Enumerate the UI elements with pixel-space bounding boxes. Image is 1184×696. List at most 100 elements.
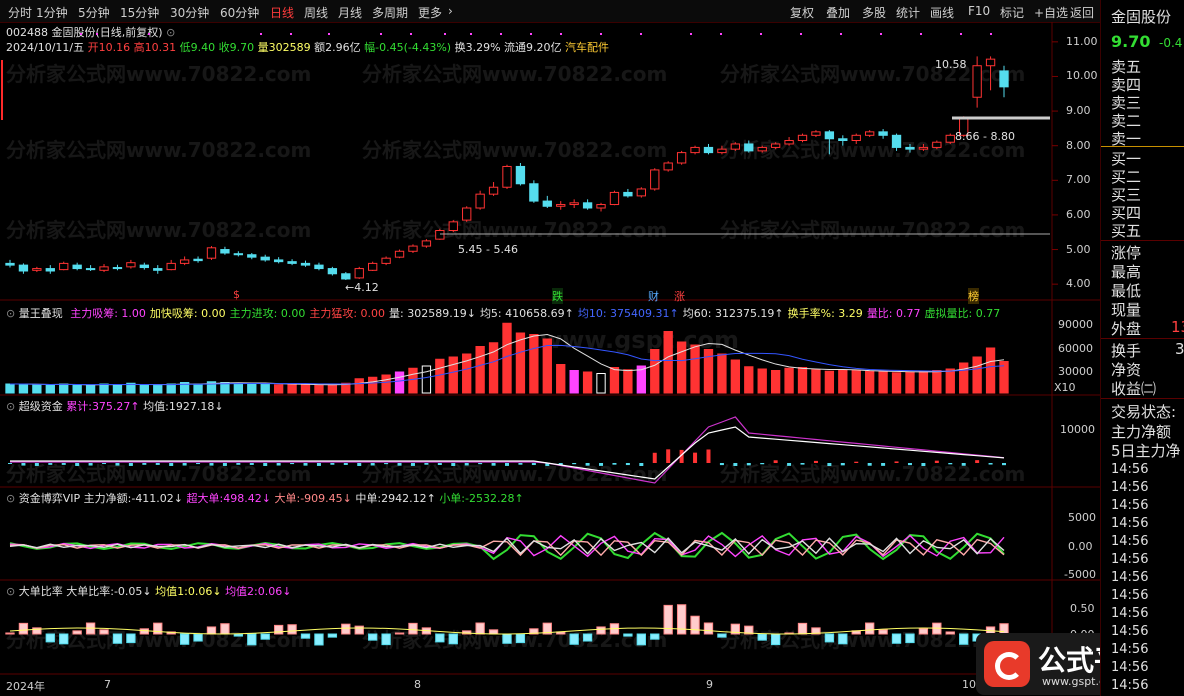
fund-bar (962, 463, 966, 466)
tick-time: 14:56 (1111, 498, 1148, 513)
volume-bar (986, 348, 994, 393)
fund-bar (492, 463, 496, 466)
vol-indicator-item: 换手率%: 3.29 (788, 307, 863, 320)
candle-body (342, 274, 350, 279)
tick-time: 14:56 (1111, 678, 1148, 693)
ratio-panel-header: ⊙ 大单比率 大单比率:-0.05↓ 均值1:0.06↓ 均值2:0.06↓ (6, 583, 292, 599)
event-mark-bang[interactable]: 榜 (968, 288, 979, 304)
fund-panel-header: ⊙ 超级资金 累计:375.27↑ 均值:1927.18↓ (6, 398, 224, 414)
fund-bar (666, 449, 670, 463)
ratio-bar (6, 633, 14, 634)
fund-bar (586, 463, 590, 466)
game-net-value: -411.02↓ (131, 492, 183, 505)
settings-circle-icon[interactable]: ⊙ (6, 585, 15, 598)
volume-bar (624, 370, 632, 393)
fund-bar (8, 463, 12, 464)
signal-dot (148, 33, 150, 35)
candle-body (234, 254, 242, 255)
vol-indicator-item: 虚拟量比: 0.77 (925, 307, 1001, 320)
event-mark-die[interactable]: 跌 (552, 288, 563, 304)
candle-body (516, 166, 524, 183)
ratio-axis-label: 0.50 (1070, 602, 1095, 615)
settings-circle-icon[interactable]: ⊙ (6, 307, 15, 320)
candle-body (973, 66, 981, 98)
fund-bar (774, 460, 778, 463)
volume-bar (771, 371, 779, 394)
flow-5day-net: 5日主力净 (1111, 440, 1181, 461)
volume-bar (973, 357, 981, 393)
ratio-bar (274, 625, 282, 634)
candle-body (274, 260, 282, 262)
fund-bar (115, 463, 119, 466)
event-mark-zhang[interactable]: 涨 (674, 288, 685, 304)
candle-body (798, 135, 806, 140)
ratio-avg1-label: 均值1: (155, 585, 188, 598)
candle-body (543, 201, 551, 206)
candle-body (610, 192, 618, 204)
fund-bar (760, 463, 764, 464)
settings-circle-icon[interactable]: ⊙ (6, 400, 15, 413)
signal-dot (990, 33, 992, 35)
fund-cum-value: 375.27↑ (92, 400, 140, 413)
ratio-bar (19, 623, 27, 634)
stat-outer-value: 13 (1171, 318, 1184, 336)
trade-status: 交易状态: (1111, 401, 1176, 422)
ratio-bar (624, 634, 632, 636)
ratio-bar (436, 634, 444, 642)
ratio-value: -0.05↓ (114, 585, 152, 598)
candle-body (369, 263, 377, 270)
settings-circle-icon[interactable]: ⊙ (6, 492, 15, 505)
ratio-bar (879, 630, 887, 634)
stat-high: 最高 (1111, 261, 1141, 282)
candle-body (1000, 71, 1008, 87)
candle-body (19, 265, 27, 271)
candle-body (328, 269, 336, 274)
price-axis-label: 4.00 (1066, 277, 1091, 290)
fund-bar (398, 463, 402, 466)
ratio-avg1-value: 0.06↓ (188, 585, 222, 598)
ratio-bar (248, 634, 256, 645)
candle-body (704, 147, 712, 152)
vol-indicator-item: 主力进攻: 0.00 (230, 307, 306, 320)
candle-body (180, 260, 188, 263)
vol-indicator-item: 均10: 375409.31↑ (578, 307, 679, 320)
signal-dot (328, 33, 330, 35)
volume-bar (785, 368, 793, 393)
candle-body (6, 263, 14, 265)
ratio-bar (355, 626, 363, 634)
ratio-bar (449, 634, 457, 644)
signal-dot (380, 33, 382, 35)
candle-body (301, 263, 309, 265)
volume-bar (194, 384, 202, 393)
signal-dot (290, 33, 292, 35)
ratio-bar (691, 616, 699, 634)
candle-body (664, 163, 672, 170)
volume-bar (315, 385, 323, 393)
candle-body (489, 187, 497, 194)
fund-bar (236, 463, 240, 465)
event-mark-cai[interactable]: 财 (648, 288, 659, 304)
candle-body (986, 59, 994, 66)
ratio-bar (395, 633, 403, 634)
ratio-bar (583, 634, 591, 641)
fund-avg-line (10, 427, 1004, 479)
range-label-2: 5.45 - 5.46 (458, 243, 518, 256)
candle-body (409, 246, 417, 251)
volume-bar (301, 385, 309, 393)
low-marker-label: ←4.12 (345, 281, 379, 294)
volume-bar (543, 339, 551, 393)
volume-bar (731, 360, 739, 393)
ratio-bar (798, 623, 806, 634)
volume-bar (597, 374, 605, 394)
event-mark-dollar[interactable]: $ (233, 288, 240, 301)
flow-main-net: 主力净额 (1111, 421, 1171, 442)
fund-bar (465, 463, 469, 465)
volume-bar (395, 372, 403, 393)
ratio-bar (758, 634, 766, 640)
ratio-bar (906, 634, 914, 643)
game-small-value: -2532.28↑ (465, 492, 524, 505)
volume-bar (530, 335, 538, 394)
game-axis-label: 5000 (1068, 511, 1096, 524)
volume-bar (86, 386, 94, 394)
date-axis-label: 9 (706, 678, 713, 691)
